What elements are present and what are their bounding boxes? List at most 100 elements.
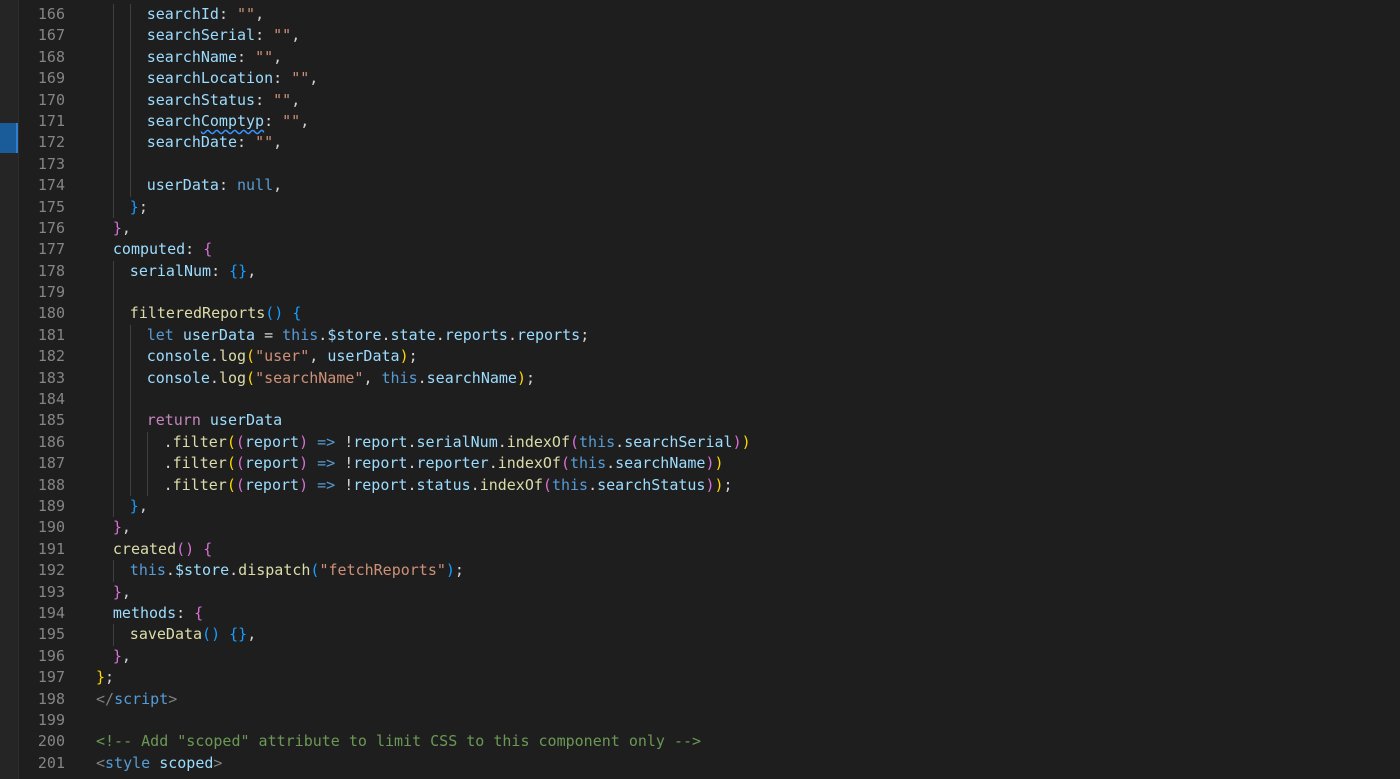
code-text: searchDate: "",	[147, 132, 282, 153]
indent-guide	[129, 389, 131, 411]
line-number: 195	[37, 625, 65, 644]
line-number: 182	[37, 347, 65, 366]
code-line[interactable]: 195 saveData() {},	[0, 624, 1400, 646]
code-token: .	[381, 325, 391, 344]
code-line[interactable]: 183 console.log("searchName", this.search…	[0, 367, 1400, 390]
code-token: userData	[146, 176, 219, 195]
indent-guide	[129, 453, 131, 475]
code-token: .	[163, 454, 173, 473]
code-token: "fetchReports"	[319, 561, 446, 580]
code-token: state	[390, 325, 436, 344]
code-token: ,	[309, 347, 328, 366]
code-token: }	[112, 218, 122, 237]
indent-guide	[112, 4, 114, 26]
code-token: this	[551, 475, 589, 494]
code-token: searchName	[615, 454, 706, 473]
code-line[interactable]: 193},	[0, 582, 1400, 603]
code-line[interactable]: 167 searchSerial: "",	[0, 25, 1400, 47]
code-token: null	[237, 176, 274, 195]
code-token: .	[507, 325, 517, 344]
indent-guide	[129, 46, 131, 69]
code-line[interactable]: 173	[0, 153, 1400, 176]
code-token: }	[112, 582, 122, 601]
code-token: ,	[291, 26, 301, 45]
code-lines[interactable]: 166 searchId: "", 167 searchSerial: "", 168 s…	[0, 4, 1400, 774]
code-line[interactable]: 180 filteredReports() {	[0, 303, 1400, 325]
code-token: computed	[112, 240, 186, 259]
indent-guide	[112, 89, 114, 111]
code-line[interactable]: 187 .filter((report) => !report.reporter.…	[0, 453, 1400, 475]
line-number: 176	[37, 218, 65, 237]
code-text: userData: null,	[147, 175, 282, 196]
code-line[interactable]: 182 console.log("user", userData);	[0, 346, 1400, 368]
code-line[interactable]: 196},	[0, 646, 1400, 667]
line-number: 169	[37, 69, 65, 88]
code-line[interactable]: 175};	[0, 196, 1400, 218]
code-line[interactable]: 200 <!-- Add "scoped" attribute to limit …	[0, 731, 1400, 752]
code-token: console	[146, 368, 210, 387]
code-line[interactable]: 176},	[0, 218, 1400, 239]
code-line[interactable]: 190},	[0, 517, 1400, 538]
indent-guide	[112, 431, 114, 454]
indent-guide	[112, 282, 114, 304]
code-token: :	[185, 240, 204, 259]
code-line[interactable]: 197};	[0, 667, 1400, 688]
code-line[interactable]: 172 searchDate: "",	[0, 132, 1400, 154]
code-token: indexOf	[497, 454, 561, 473]
indent-guide	[112, 68, 114, 90]
code-line[interactable]: 186 .filter((report) => !report.serialNum…	[0, 431, 1400, 454]
code-text: searchComptyp: "",	[147, 111, 310, 132]
code-token: <	[96, 753, 106, 772]
indent-guide	[112, 196, 114, 218]
code-line[interactable]: 184	[0, 389, 1400, 411]
code-line[interactable]: 194 methods: {	[0, 603, 1400, 624]
code-line[interactable]: 199	[0, 710, 1400, 731]
code-line[interactable]: 171 searchComptyp: "",	[0, 110, 1400, 133]
line-number: 177	[37, 240, 65, 259]
code-token: =>	[317, 432, 336, 451]
code-line[interactable]: 188 .filter((report) => !report.status.in…	[0, 474, 1400, 496]
code-line[interactable]: 192 this.$store.dispatch("fetchReports");	[0, 560, 1400, 582]
code-line[interactable]: 198 </script>	[0, 689, 1400, 710]
line-number: 192	[37, 561, 65, 580]
code-token: console	[146, 347, 210, 366]
indent-guide	[129, 89, 131, 111]
code-text: searchStatus: "",	[147, 90, 301, 111]
line-number: 175	[37, 197, 65, 216]
code-line[interactable]: 166 searchId: "",	[0, 4, 1400, 26]
code-token: :	[237, 133, 256, 152]
indent-guide	[129, 410, 131, 432]
code-text: .filter((report) => !report.status.index…	[164, 475, 733, 496]
code-line[interactable]: 170 searchStatus: "",	[0, 89, 1400, 111]
code-line[interactable]: 185 return userData	[0, 410, 1400, 432]
line-number: 186	[37, 432, 65, 451]
code-line[interactable]: 191 created() {	[0, 539, 1400, 560]
code-line[interactable]: 181 let userData = this.$store.state.repo…	[0, 324, 1400, 347]
code-line[interactable]: 177 computed: {	[0, 239, 1400, 260]
code-text: </script>	[96, 689, 177, 710]
code-line[interactable]: 174 userData: null,	[0, 175, 1400, 197]
code-line[interactable]: 179	[0, 282, 1400, 304]
code-text: searchName: "",	[147, 47, 282, 68]
code-line[interactable]: 169 searchLocation: "",	[0, 68, 1400, 90]
code-text: <!-- Add "scoped" attribute to limit CSS…	[96, 731, 701, 752]
indent-guide	[129, 474, 131, 496]
code-line[interactable]: 189},	[0, 495, 1400, 518]
code-line[interactable]: 178 serialNum: {},	[0, 260, 1400, 283]
code-token: ""	[255, 47, 274, 66]
code-token: {	[194, 603, 204, 622]
code-token: searchStatus	[146, 90, 256, 109]
indent-guide	[129, 175, 131, 197]
code-token: ;	[723, 475, 733, 494]
code-editor[interactable]: 166 searchId: "", 167 searchSerial: "", 168 s…	[0, 0, 1400, 779]
code-token: }	[112, 518, 122, 537]
line-number: 199	[37, 710, 65, 729]
indent-guide	[112, 153, 114, 176]
code-token: scoped	[159, 753, 214, 772]
code-token: this	[579, 432, 616, 451]
code-line[interactable]: 201 <style scoped>	[0, 753, 1400, 774]
code-token: {	[203, 240, 213, 259]
code-line[interactable]: 168 searchName: "",	[0, 46, 1400, 69]
